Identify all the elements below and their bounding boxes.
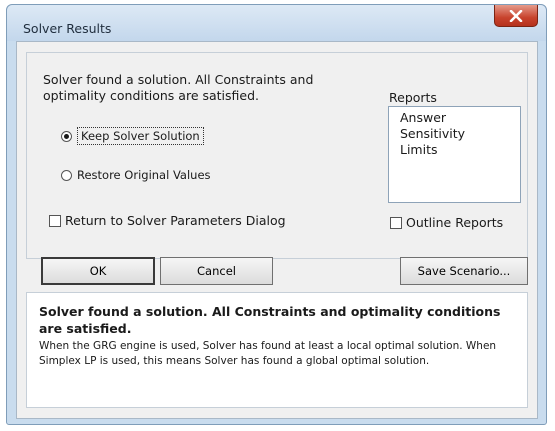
restore-values-option[interactable]: Restore Original Values xyxy=(61,168,211,182)
keep-solution-radio[interactable] xyxy=(61,130,72,142)
keep-solution-label: Keep Solver Solution xyxy=(77,127,204,145)
report-item-limits[interactable]: Limits xyxy=(400,142,520,158)
solver-results-dialog: Solver Results Solver found a solution. … xyxy=(6,4,547,425)
reports-label: Reports xyxy=(389,90,437,105)
dialog-client-area: Solver found a solution. All Constraints… xyxy=(16,41,538,419)
outline-reports-label: Outline Reports xyxy=(406,215,504,230)
status-message: Solver found a solution. All Constraints… xyxy=(43,72,314,103)
window-title: Solver Results xyxy=(23,21,112,36)
report-item-answer[interactable]: Answer xyxy=(400,110,520,126)
report-item-sensitivity[interactable]: Sensitivity xyxy=(400,126,520,142)
return-to-parameters-option[interactable]: Return to Solver Parameters Dialog xyxy=(49,213,286,228)
reports-listbox[interactable]: Answer Sensitivity Limits xyxy=(388,106,521,203)
outline-reports-checkbox[interactable] xyxy=(390,216,402,229)
solution-info-panel: Solver found a solution. All Constraints… xyxy=(26,292,528,408)
close-icon xyxy=(509,9,523,22)
info-title: Solver found a solution. All Constraints… xyxy=(39,304,501,336)
outline-reports-option[interactable]: Outline Reports xyxy=(390,215,503,230)
return-to-parameters-checkbox[interactable] xyxy=(49,214,61,227)
save-scenario-button[interactable]: Save Scenario... xyxy=(400,257,528,285)
restore-values-radio[interactable] xyxy=(61,169,72,181)
return-to-parameters-label: Return to Solver Parameters Dialog xyxy=(65,213,286,228)
close-button[interactable] xyxy=(494,5,538,27)
ok-button[interactable]: OK xyxy=(41,257,155,285)
info-body: When the GRG engine is used, Solver has … xyxy=(39,340,497,367)
cancel-button[interactable]: Cancel xyxy=(160,257,273,285)
title-bar[interactable]: Solver Results xyxy=(7,5,546,41)
keep-solution-option[interactable]: Keep Solver Solution xyxy=(61,127,204,145)
restore-values-label: Restore Original Values xyxy=(77,168,211,182)
